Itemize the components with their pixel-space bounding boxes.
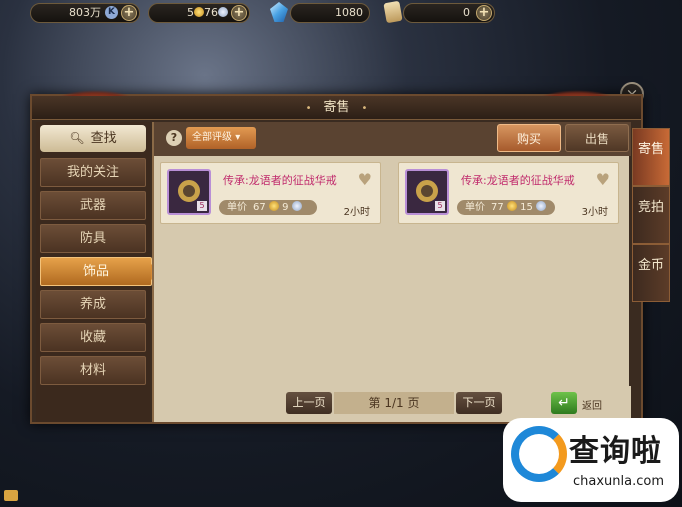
gem-value: 1080 <box>335 6 363 19</box>
scroll-counter: 0 + <box>403 3 495 23</box>
window-title: 寄售 <box>323 100 350 115</box>
gem-icon <box>270 2 288 22</box>
gold-price: 67 <box>253 202 266 213</box>
pagination: 上一页 第 1/1 页 下一页 ↵ 返回 <box>154 386 631 420</box>
page-info: 第 1/1 页 <box>334 392 454 414</box>
currency-bar: 803万 K + 5 76 + 1080 0 + <box>0 0 682 28</box>
tab-sell[interactable]: 出售 <box>565 124 629 152</box>
price-label: 单价 <box>227 202 247 213</box>
sidebar-item-weapons[interactable]: 武器 <box>40 191 146 220</box>
tab-buy[interactable]: 购买 <box>497 124 561 152</box>
sidebar-item-collection[interactable]: 收藏 <box>40 323 146 352</box>
add-coin-button[interactable]: + <box>231 5 247 21</box>
mail-icon[interactable] <box>4 490 18 501</box>
money-value: 803万 <box>69 6 101 19</box>
watermark-url: chaxunla.com <box>573 474 664 489</box>
side-tab-gold[interactable]: 金币 <box>632 244 670 302</box>
ring-icon <box>416 180 438 202</box>
silver-price: 15 <box>520 202 533 213</box>
silver-coin-icon <box>536 201 547 211</box>
search-label: 查找 <box>90 131 117 146</box>
add-money-button[interactable]: + <box>121 5 137 21</box>
gold-coin-icon <box>194 7 204 17</box>
side-tab-consign[interactable]: 寄售 <box>632 128 670 186</box>
silver-coin-icon <box>291 201 302 211</box>
scroll-value: 0 <box>463 6 470 19</box>
price-bar: 单价 67 9 <box>219 200 317 215</box>
search-icon: 🔍︎ <box>69 131 85 145</box>
favorite-heart-icon[interactable]: ♥ <box>358 170 372 189</box>
money-icon: K <box>105 6 118 19</box>
favorite-heart-icon[interactable]: ♥ <box>596 170 610 189</box>
next-page-button[interactable]: 下一页 <box>456 392 502 414</box>
scroll-icon <box>383 0 403 24</box>
sidebar-item-growth[interactable]: 养成 <box>40 290 146 319</box>
rating-filter-label: 全部评级 <box>192 132 232 143</box>
item-name: 传承:龙语者的征战华戒 <box>461 174 575 187</box>
listing-toolbar: ? 全部评级 ▾ 购买 出售 <box>154 122 631 156</box>
coin-readout: 5 76 <box>187 4 228 22</box>
item-name: 传承:龙语者的征战华戒 <box>223 174 337 187</box>
consignment-window: • 寄售 • 🔍︎ 查找 我的关注 武器 防具 饰品 养成 收藏 材料 ? 全部评级 … <box>30 90 643 424</box>
item-level-badge: 5 <box>197 201 207 211</box>
coin-counter: 5 76 + <box>148 3 250 23</box>
item-level-badge: 5 <box>435 201 445 211</box>
listing-card[interactable]: 5 传承:龙语者的征战华戒 ♥ 单价 67 9 2小时 <box>160 162 381 224</box>
title-dot-left: • <box>305 103 312 114</box>
title-dot-right: • <box>361 103 368 114</box>
listing-panel: ? 全部评级 ▾ 购买 出售 5 传承:龙语者的征战华戒 ♥ 单价 67 9 2小… <box>152 122 631 422</box>
category-sidebar: 🔍︎ 查找 我的关注 武器 防具 饰品 养成 收藏 材料 <box>36 122 160 422</box>
add-scroll-button[interactable]: + <box>476 5 492 21</box>
time-remaining: 2小时 <box>343 207 370 218</box>
search-button[interactable]: 🔍︎ 查找 <box>40 125 146 152</box>
gold-value: 5 <box>187 6 194 19</box>
price-label: 单价 <box>465 202 485 213</box>
watermark: 查询啦 chaxunla.com <box>503 418 679 502</box>
ring-item-icon: 5 <box>405 169 449 215</box>
prev-page-button[interactable]: 上一页 <box>286 392 332 414</box>
ring-icon <box>178 180 200 202</box>
watermark-brand: 查询啦 <box>569 434 662 469</box>
sidebar-item-watchlist[interactable]: 我的关注 <box>40 158 146 187</box>
silver-price: 9 <box>282 202 289 213</box>
price-bar: 单价 77 15 <box>457 200 555 215</box>
chevron-down-icon: ▾ <box>235 132 241 143</box>
help-icon[interactable]: ? <box>166 130 182 146</box>
sidebar-item-materials[interactable]: 材料 <box>40 356 146 385</box>
gem-counter: 1080 <box>290 3 370 23</box>
sidebar-item-accessories[interactable]: 饰品 <box>40 257 160 286</box>
ring-item-icon: 5 <box>167 169 211 215</box>
gold-price: 77 <box>491 202 504 213</box>
gold-coin-icon <box>268 201 279 211</box>
silver-coin-icon <box>218 7 228 17</box>
watermark-logo-icon <box>511 426 567 482</box>
listing-card[interactable]: 5 传承:龙语者的征战华戒 ♥ 单价 77 15 3小时 <box>398 162 619 224</box>
side-tab-auction[interactable]: 竞拍 <box>632 186 670 244</box>
back-arrow-icon[interactable]: ↵ <box>551 392 577 414</box>
rating-filter-dropdown[interactable]: 全部评级 ▾ <box>186 127 256 149</box>
back-label[interactable]: 返回 <box>582 397 602 412</box>
silver-value: 76 <box>204 6 218 19</box>
time-remaining: 3小时 <box>581 207 608 218</box>
window-title-bar: • 寄售 • <box>32 96 641 120</box>
sidebar-item-armor[interactable]: 防具 <box>40 224 146 253</box>
money-counter: 803万 K + <box>30 3 140 23</box>
gold-coin-icon <box>506 201 517 211</box>
